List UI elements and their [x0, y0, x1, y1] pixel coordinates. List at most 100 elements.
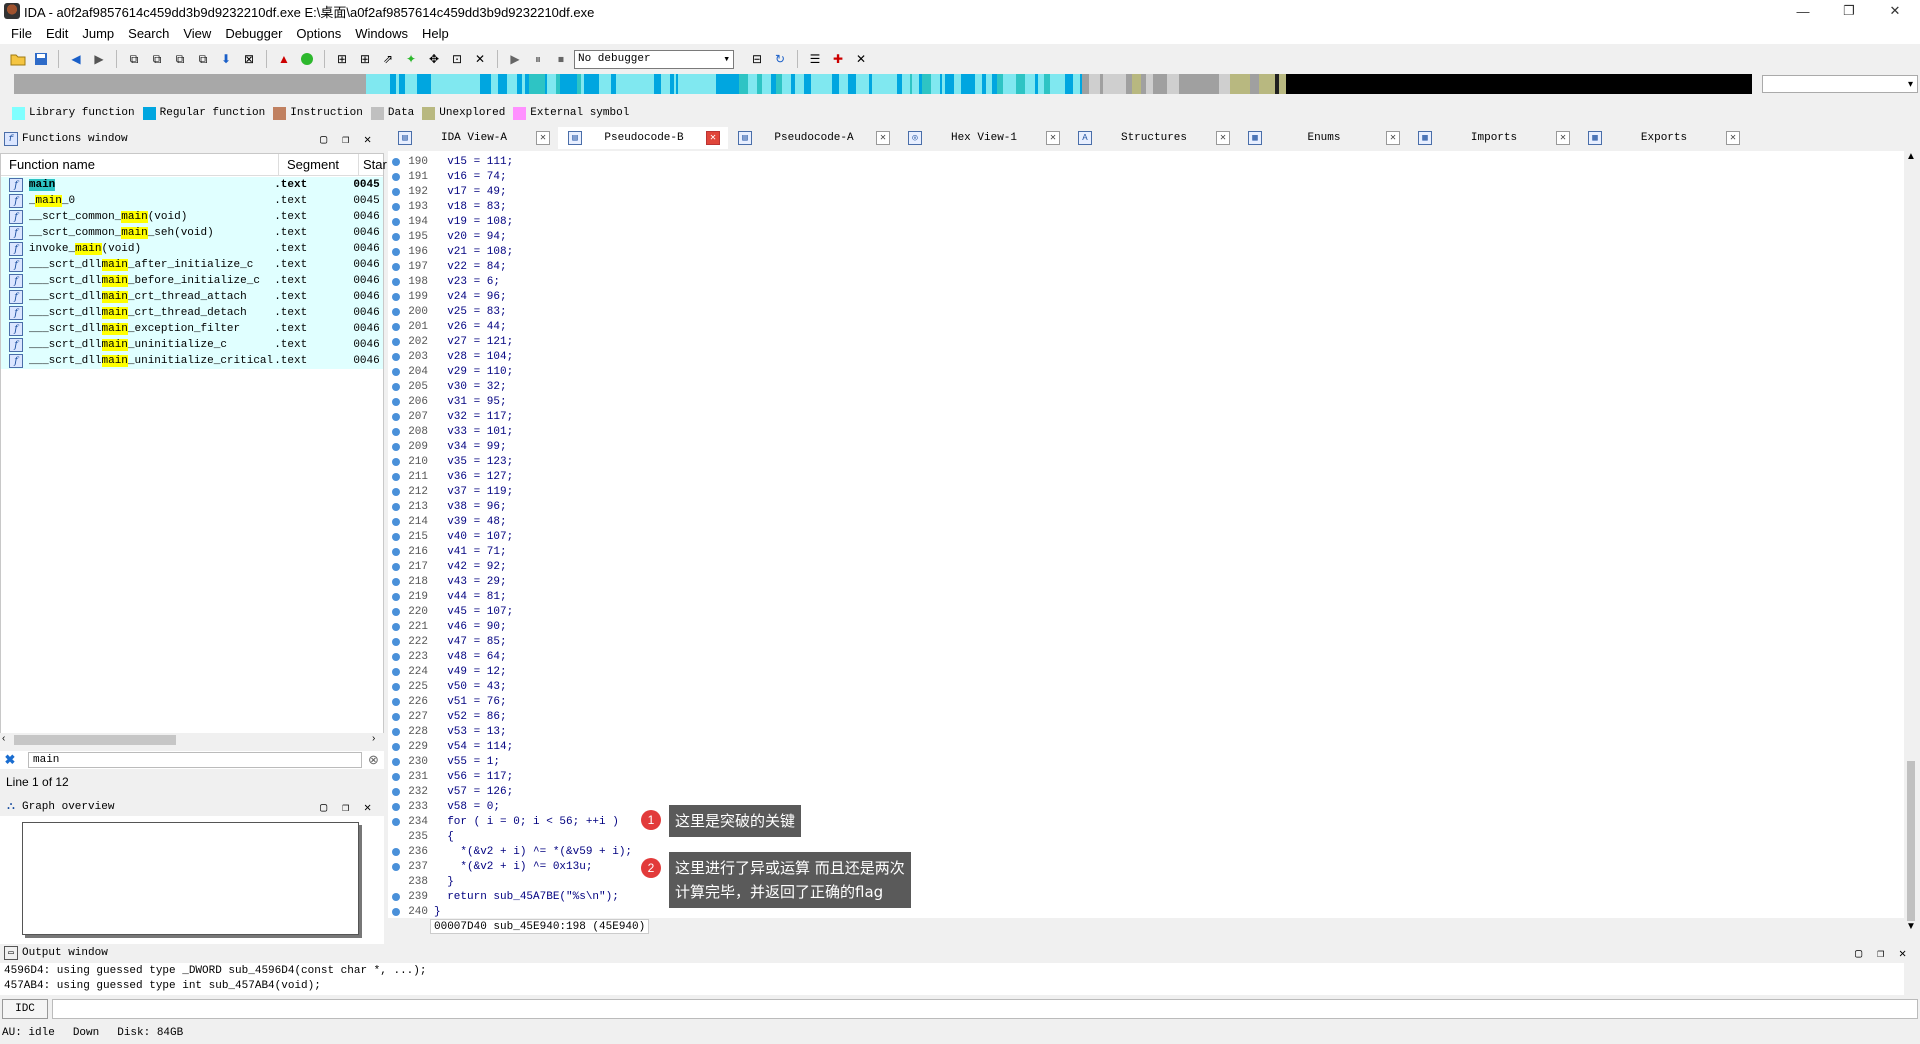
function-row[interactable]: f ___scrt_dllmain_exception_filter .text 00… — [1, 321, 383, 337]
close-panel-icon[interactable]: ✕ — [1899, 946, 1906, 961]
float-panel-icon[interactable]: ❐ — [342, 800, 349, 815]
breakpoint-dot-icon[interactable] — [392, 412, 400, 421]
close-panel-icon[interactable]: ✕ — [364, 132, 371, 147]
code-line[interactable]: 232 v57 = 126; — [388, 784, 513, 799]
breakpoint-dot-icon[interactable] — [392, 262, 400, 271]
code-line[interactable]: 190 v15 = 111; — [388, 154, 513, 169]
menu-view[interactable]: View — [176, 26, 218, 41]
save-icon[interactable] — [31, 49, 51, 69]
minimize-button[interactable]: — — [1780, 0, 1826, 22]
navband-dropdown[interactable]: ▾ — [1762, 75, 1918, 93]
code-line[interactable]: 206 v31 = 95; — [388, 394, 507, 409]
breakpoint-dot-icon[interactable] — [392, 577, 400, 586]
back-arrow-icon[interactable]: ◀ — [66, 49, 86, 69]
play-icon[interactable]: ▶ — [505, 49, 525, 69]
code-line[interactable]: 196 v21 = 108; — [388, 244, 513, 259]
menu-debugger[interactable]: Debugger — [218, 26, 289, 41]
maximize-panel-icon[interactable]: ▢ — [1855, 946, 1862, 961]
text-search-icon[interactable]: ⧉ — [193, 49, 213, 69]
breakpoint-dot-icon[interactable] — [392, 667, 400, 676]
close-tab-icon[interactable]: ✕ — [1556, 131, 1570, 145]
functions-horizontal-scrollbar[interactable]: ‹ › — [0, 733, 384, 747]
breakpoint-dot-icon[interactable] — [392, 427, 400, 436]
debugger-select[interactable]: No debugger ▾ — [574, 49, 734, 69]
breakpoint-dot-icon[interactable] — [392, 382, 400, 391]
scrollbar-thumb[interactable] — [14, 735, 176, 745]
function-row[interactable]: f __scrt_common_main(void) .text 0046 — [1, 209, 383, 225]
menu-file[interactable]: File — [4, 26, 39, 41]
code-line[interactable]: 219 v44 = 81; — [388, 589, 507, 604]
command-input[interactable] — [52, 999, 1918, 1019]
menu-help[interactable]: Help — [415, 26, 456, 41]
tab-exports[interactable]: ▦ Exports ✕ — [1578, 127, 1748, 149]
pseudocode-view[interactable]: 190 v15 = 111; 191 v16 = 74; 192 v17 = 49;… — [388, 151, 1908, 918]
breakpoint-dot-icon[interactable] — [392, 847, 400, 856]
breakpoint-dot-icon[interactable] — [392, 517, 400, 526]
breakpoint-dot-icon[interactable] — [392, 637, 400, 646]
breakpoint-dot-icon[interactable] — [392, 472, 400, 481]
breakpoint-dot-icon[interactable] — [392, 592, 400, 601]
menu-options[interactable]: Options — [289, 26, 348, 41]
breakpoint-dot-icon[interactable] — [392, 217, 400, 226]
code-line[interactable]: 238 } — [388, 874, 454, 889]
code-line[interactable]: 218 v43 = 29; — [388, 574, 507, 589]
close-tab-icon[interactable]: ✕ — [1046, 131, 1060, 145]
code-line[interactable]: 239 return sub_45A7BE("%s\n"); — [388, 889, 619, 904]
code-line[interactable]: 231 v56 = 117; — [388, 769, 513, 784]
maximize-panel-icon[interactable]: ▢ — [320, 800, 327, 815]
code-line[interactable]: 240} — [388, 904, 441, 919]
close-tab-icon[interactable]: ✕ — [706, 131, 720, 145]
binary-search-icon[interactable]: ⧉ — [170, 49, 190, 69]
function-row[interactable]: f __scrt_common_main_seh(void) .text 0046 — [1, 225, 383, 241]
pause-icon[interactable]: ⏸ — [528, 49, 548, 69]
function-row[interactable]: f main .text 0045 — [1, 177, 383, 193]
tab-enums[interactable]: ▦ Enums ✕ — [1238, 127, 1408, 149]
tab-ida-view-a[interactable]: ▤ IDA View-A ✕ — [388, 127, 558, 149]
column-start[interactable]: Star — [359, 154, 387, 176]
tab-hex-view-1[interactable]: ◎ Hex View-1 ✕ — [898, 127, 1068, 149]
breakpoint-dot-icon[interactable] — [392, 817, 400, 826]
code-line[interactable]: 216 v41 = 71; — [388, 544, 507, 559]
jump-down-icon[interactable]: ⬇ — [216, 49, 236, 69]
code-line[interactable]: 233 v58 = 0; — [388, 799, 500, 814]
close-tab-icon[interactable]: ✕ — [1216, 131, 1230, 145]
refresh-icon[interactable]: ↻ — [770, 49, 790, 69]
breakpoint-dot-icon[interactable] — [392, 397, 400, 406]
code-line[interactable]: 200 v25 = 83; — [388, 304, 507, 319]
scroll-right-icon[interactable]: › — [372, 733, 375, 744]
code-line[interactable]: 236 *(&v2 + i) ^= *(&v59 + i); — [388, 844, 632, 859]
code-line[interactable]: 208 v33 = 101; — [388, 424, 513, 439]
column-segment[interactable]: Segment — [279, 153, 359, 176]
breakpoint-dot-icon[interactable] — [392, 157, 400, 166]
close-tab-icon[interactable]: ✕ — [1386, 131, 1400, 145]
breakpoint-dot-icon[interactable] — [392, 562, 400, 571]
code-line[interactable]: 193 v18 = 83; — [388, 199, 507, 214]
close-panel-icon[interactable]: ✕ — [364, 800, 371, 815]
code-line[interactable]: 235 { — [388, 829, 454, 844]
breakpoint-dot-icon[interactable] — [392, 367, 400, 376]
idc-language-button[interactable]: IDC — [2, 999, 48, 1019]
open-file-icon[interactable] — [8, 49, 28, 69]
code-vertical-scrollbar[interactable]: ▲ ▼ — [1904, 151, 1918, 935]
restore-button[interactable]: ❐ — [1826, 0, 1872, 22]
calc-icon[interactable]: ⊠ — [239, 49, 259, 69]
code-line[interactable]: 195 v20 = 94; — [388, 229, 507, 244]
code-line[interactable]: 225 v50 = 43; — [388, 679, 507, 694]
remove-list-icon[interactable]: ✕ — [851, 49, 871, 69]
breakpoint-dot-icon[interactable] — [392, 202, 400, 211]
tab-pseudocode-a[interactable]: ▤ Pseudocode-A ✕ — [728, 127, 898, 149]
breakpoint-dot-icon[interactable] — [392, 833, 400, 841]
code-line[interactable]: 217 v42 = 92; — [388, 559, 507, 574]
function-row[interactable]: f ___scrt_dllmain_before_initialize_c .tex… — [1, 273, 383, 289]
breakpoint-dot-icon[interactable] — [392, 742, 400, 751]
stop-icon[interactable]: ⏹ — [551, 49, 571, 69]
menu-windows[interactable]: Windows — [348, 26, 415, 41]
breakpoint-dot-icon[interactable] — [392, 502, 400, 511]
breakpoint-dot-icon[interactable] — [392, 442, 400, 451]
code-line[interactable]: 223 v48 = 64; — [388, 649, 507, 664]
breakpoint-dot-icon[interactable] — [392, 457, 400, 466]
breakpoint-dot-icon[interactable] — [392, 487, 400, 496]
breakpoint-dot-icon[interactable] — [392, 532, 400, 541]
breakpoint-dot-icon[interactable] — [392, 622, 400, 631]
code-line[interactable]: 204 v29 = 110; — [388, 364, 513, 379]
